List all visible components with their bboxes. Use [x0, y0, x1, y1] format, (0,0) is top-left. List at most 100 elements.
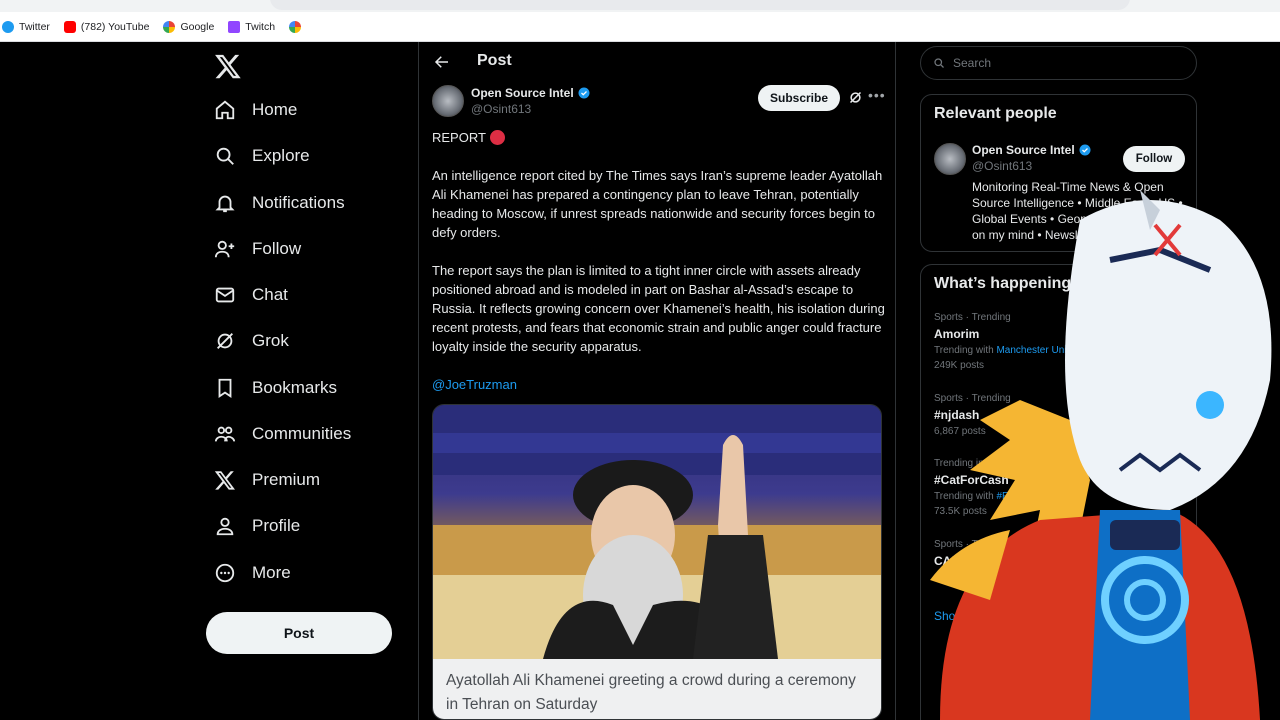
relevant-people-card: Relevant people Open Source Intel @Osint… [920, 94, 1197, 252]
trend-meta: Sports · Trending [934, 393, 1011, 404]
trend-item[interactable]: Sports · Trend CALVIN A 2,007 posts [934, 538, 1184, 585]
more-options-icon[interactable]: ••• [868, 87, 886, 103]
mention-link[interactable]: @JoeTruzman [432, 375, 887, 394]
avatar[interactable] [934, 143, 966, 175]
tweet-text: REPORT An intelligence report cited by T… [432, 128, 887, 413]
verified-badge-icon [1079, 144, 1091, 156]
author-name[interactable]: Open Source Intel [471, 86, 590, 100]
trend-item[interactable]: Sports · Trending Amorim Trending with M… [934, 311, 1184, 373]
trend-count: 2,007 posts [934, 572, 986, 583]
bookmark-twitter[interactable]: Twitter [2, 20, 50, 33]
communities-icon [214, 426, 236, 442]
trend-with-link[interactable]: Manchester United [996, 345, 1080, 356]
person-name-text: Open Source Intel [972, 143, 1075, 157]
show-more-link[interactable]: Show [934, 609, 964, 623]
bookmark-google-2[interactable] [289, 20, 302, 33]
whats-happening-card: What’s happening Sports · Trending Amori… [920, 264, 1197, 720]
headline-text: REPORT [432, 130, 486, 145]
nav-premium[interactable]: Premium [214, 465, 320, 495]
search-input[interactable]: Search [920, 46, 1197, 80]
nav-more[interactable]: More [214, 558, 291, 588]
nav-follow[interactable]: Follow [214, 234, 301, 264]
bookmark-google[interactable]: Google [163, 20, 215, 33]
photo-illustration [433, 405, 881, 659]
mail-icon [215, 287, 235, 303]
home-icon [215, 100, 235, 120]
person-icon [216, 517, 234, 536]
trend-count: 6,867 posts [934, 426, 986, 437]
relevant-person-handle[interactable]: @Osint613 [972, 159, 1032, 173]
compose-post-button[interactable]: Post [206, 612, 392, 654]
nav-label: Explore [252, 146, 310, 165]
verified-badge-icon [578, 87, 590, 99]
bookmark-label: Twitter [19, 20, 50, 33]
trend-meta: Sports · Trend [934, 539, 998, 550]
address-bar[interactable] [270, 0, 1130, 10]
trend-name: #njdash [934, 408, 980, 422]
nav-label: Communities [252, 424, 352, 443]
nav-label: Grok [252, 331, 289, 350]
nav-grok[interactable]: Grok [214, 326, 289, 356]
nav-label: Home [252, 100, 298, 119]
author-handle[interactable]: @Osint613 [471, 102, 531, 116]
trend-with-link[interactable]: #F [996, 491, 1008, 502]
bookmark-label: Google [180, 20, 215, 33]
nav-profile[interactable]: Profile [214, 511, 300, 541]
relevant-person-name[interactable]: Open Source Intel [972, 143, 1091, 157]
nav-label: Bookmarks [252, 378, 338, 397]
nav-label: More [252, 563, 291, 582]
tweet-headline: REPORT [432, 128, 887, 147]
trend-meta: Sports · Trending [934, 312, 1011, 323]
trend-meta: Trending in United [934, 458, 1016, 469]
nav-explore[interactable]: Explore [214, 141, 310, 171]
main-column: Post Open Source Intel @Osint613 Subscri… [418, 42, 896, 720]
nav-chat[interactable]: Chat [214, 280, 288, 310]
bookmark-twitch[interactable]: Twitch [228, 20, 275, 33]
trend-name: Amorim [934, 327, 980, 341]
tweet-photo[interactable] [433, 405, 881, 659]
grok-icon[interactable] [848, 90, 863, 105]
trend-with-prefix: Trending with [934, 345, 994, 356]
twitch-icon [228, 20, 241, 33]
browser-titlebar [0, 0, 1280, 12]
relevant-person-bio: Monitoring Real-Time News & Open Source … [972, 180, 1183, 242]
bookmark-icon [218, 378, 232, 398]
more-circle-icon [215, 563, 235, 583]
google-icon [289, 20, 302, 33]
author-name-text: Open Source Intel [471, 86, 574, 100]
nav-bookmarks[interactable]: Bookmarks [214, 373, 337, 403]
nav-home[interactable]: Home [214, 95, 297, 125]
media-caption: Ayatollah Ali Khamenei greeting a crowd … [433, 659, 881, 719]
nav-label: Follow [252, 239, 302, 258]
right-sidebar: Search Relevant people Open Source Intel… [918, 42, 1280, 720]
trend-item[interactable]: Trending in United #CatForCash Trending … [934, 457, 1184, 519]
tweet-media-card[interactable]: Ayatollah Ali Khamenei greeting a crowd … [432, 404, 882, 720]
twitter-icon [2, 20, 14, 33]
red-circle-icon [489, 130, 505, 145]
nav-label: Profile [252, 516, 301, 535]
person-add-icon [214, 240, 235, 258]
grok-icon [217, 333, 233, 349]
relevant-people-title: Relevant people [934, 105, 1057, 122]
nav-label: Premium [252, 470, 321, 489]
tweet-author-row: Open Source Intel @Osint613 Subscribe ••… [432, 85, 886, 119]
nav-label: Chat [252, 285, 288, 304]
back-arrow-icon[interactable] [433, 53, 451, 71]
tweet-paragraph-2: The report says the plan is limited to a… [432, 263, 885, 354]
avatar[interactable] [432, 85, 464, 117]
search-placeholder: Search [953, 56, 992, 70]
follow-button[interactable]: Follow [1123, 146, 1185, 172]
trend-item[interactable]: Sports · Trending #njdash 6,867 posts [934, 392, 1184, 439]
nav-notifications[interactable]: Notifications [214, 188, 345, 218]
youtube-icon [63, 20, 76, 33]
x-logo-icon[interactable] [214, 52, 242, 80]
x-icon [214, 471, 235, 490]
trend-count: 249K posts [934, 360, 985, 371]
bell-icon [215, 195, 235, 213]
subscribe-button[interactable]: Subscribe [758, 85, 840, 111]
bookmark-youtube[interactable]: (782) YouTube [63, 20, 149, 33]
left-navigation: Home Explore Notifications Follow Chat G… [200, 42, 418, 720]
trend-count: 73.5K posts [934, 506, 987, 517]
search-icon [216, 147, 234, 165]
nav-communities[interactable]: Communities [214, 419, 351, 449]
